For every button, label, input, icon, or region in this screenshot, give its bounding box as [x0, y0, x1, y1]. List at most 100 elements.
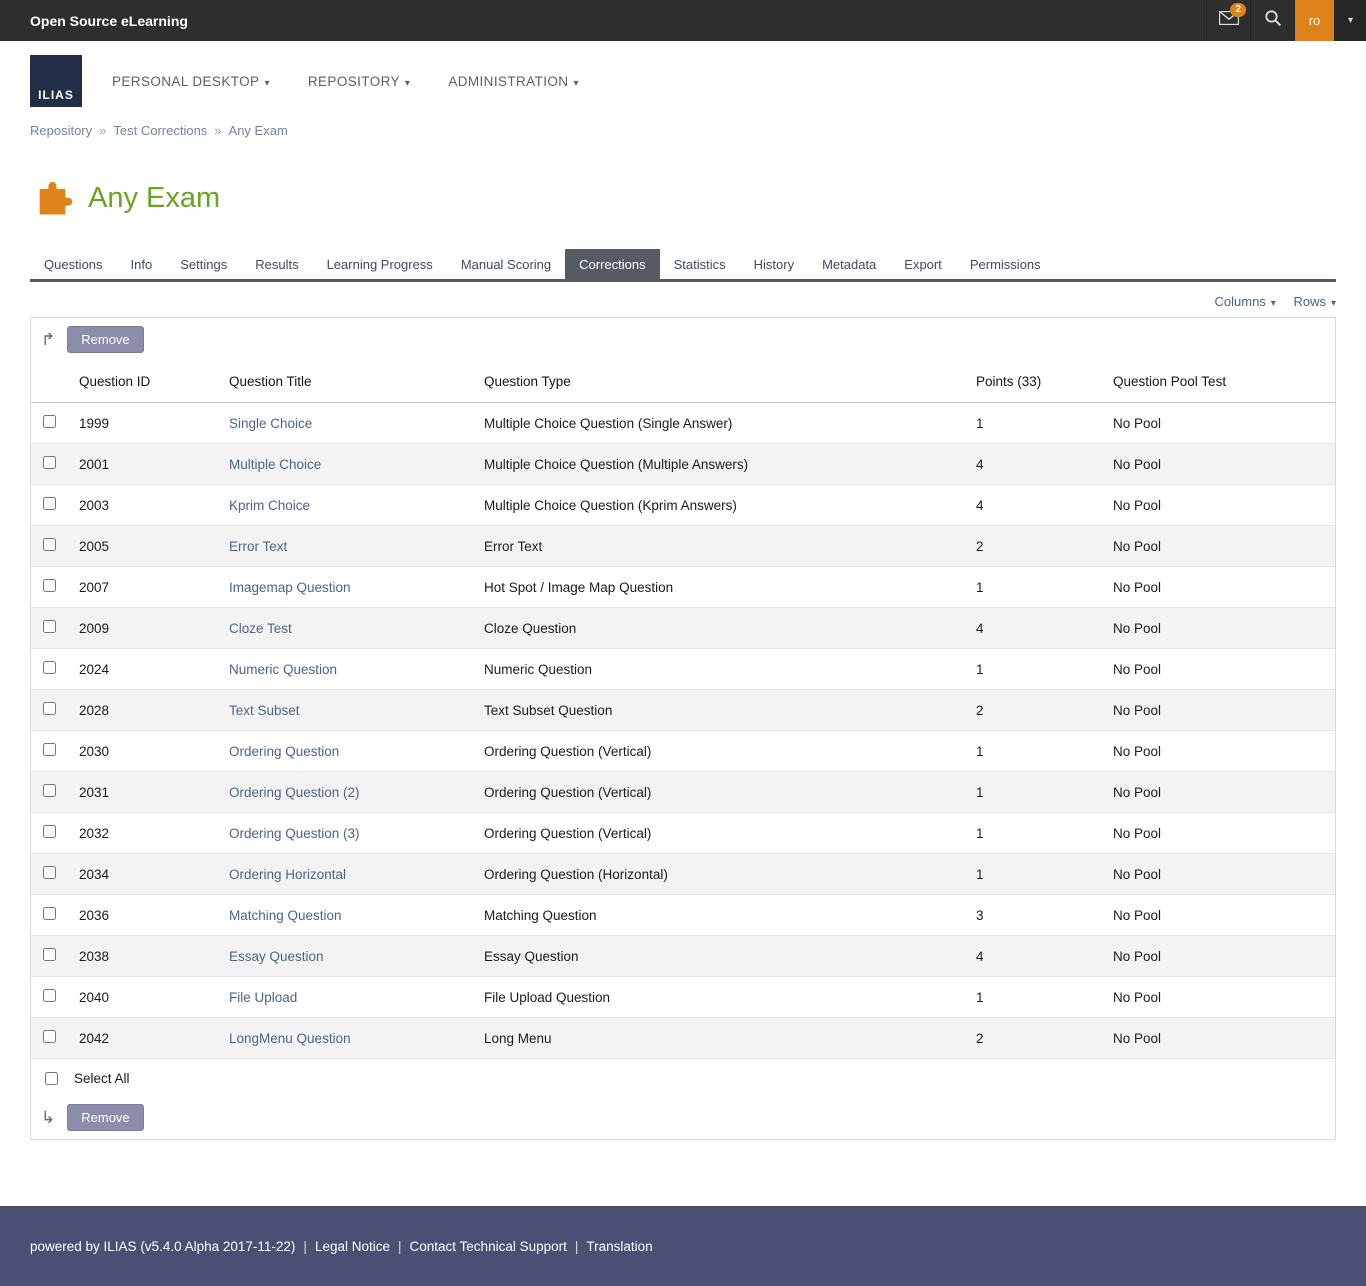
- row-checkbox[interactable]: [43, 579, 56, 592]
- cell-question-type: Multiple Choice Question (Kprim Answers): [476, 485, 968, 526]
- tab-manual-scoring[interactable]: Manual Scoring: [447, 249, 565, 279]
- cell-question-type: File Upload Question: [476, 977, 968, 1018]
- tab-permissions[interactable]: Permissions: [956, 249, 1055, 279]
- puzzle-icon: [30, 174, 74, 223]
- tab-history[interactable]: History: [740, 249, 808, 279]
- row-checkbox[interactable]: [43, 866, 56, 879]
- cell-question-id: 2024: [71, 649, 221, 690]
- top-bar-actions: 2 ro ▾: [1206, 0, 1366, 41]
- question-title-link[interactable]: Numeric Question: [229, 662, 337, 677]
- user-menu-caret-button[interactable]: ▾: [1334, 0, 1366, 41]
- breadcrumb-link-any-exam[interactable]: Any Exam: [229, 123, 288, 138]
- breadcrumb-link-repository[interactable]: Repository: [30, 123, 92, 138]
- chevron-down-icon: ▾: [1348, 15, 1353, 26]
- user-menu-button[interactable]: ro: [1294, 0, 1334, 41]
- row-checkbox[interactable]: [43, 497, 56, 510]
- tab-info[interactable]: Info: [117, 249, 167, 279]
- question-title-link[interactable]: Essay Question: [229, 949, 324, 964]
- mail-button[interactable]: 2: [1206, 0, 1250, 41]
- footer-link-contact-technical-support[interactable]: Contact Technical Support: [410, 1239, 567, 1254]
- table-row: 2036Matching QuestionMatching Question3N…: [31, 895, 1335, 936]
- chevron-down-icon: ▾: [1271, 298, 1276, 309]
- cell-question-id: 2032: [71, 813, 221, 854]
- remove-button-top[interactable]: Remove: [67, 326, 143, 353]
- select-all-checkbox[interactable]: [45, 1072, 58, 1085]
- table-header-row: Question ID Question Title Question Type…: [31, 361, 1335, 403]
- question-title-link[interactable]: Ordering Horizontal: [229, 867, 346, 882]
- row-checkbox[interactable]: [43, 907, 56, 920]
- breadcrumb-link-test-corrections[interactable]: Test Corrections: [113, 123, 207, 138]
- nav-item-personal-desktop[interactable]: PERSONAL DESKTOP▾: [112, 74, 270, 89]
- cell-question-id: 2005: [71, 526, 221, 567]
- nav-item-repository[interactable]: REPOSITORY▾: [308, 74, 410, 89]
- tab-corrections[interactable]: Corrections: [565, 249, 659, 279]
- cell-points: 1: [968, 813, 1105, 854]
- cell-pool: No Pool: [1105, 485, 1335, 526]
- tab-settings[interactable]: Settings: [166, 249, 241, 279]
- cell-pool: No Pool: [1105, 1018, 1335, 1059]
- row-checkbox[interactable]: [43, 743, 56, 756]
- cell-pool: No Pool: [1105, 608, 1335, 649]
- row-checkbox[interactable]: [43, 989, 56, 1002]
- tab-learning-progress[interactable]: Learning Progress: [313, 249, 447, 279]
- ilias-logo[interactable]: ILIAS: [30, 55, 82, 107]
- table-controls: Columns ▾ Rows▾: [0, 282, 1366, 315]
- row-checkbox[interactable]: [43, 948, 56, 961]
- tab-questions[interactable]: Questions: [30, 249, 117, 279]
- row-checkbox[interactable]: [43, 456, 56, 469]
- powered-by-text: powered by ILIAS (v5.4.0 Alpha 2017-11-2…: [30, 1239, 295, 1254]
- cell-points: 2: [968, 690, 1105, 731]
- footer-link-translation[interactable]: Translation: [586, 1239, 652, 1254]
- header-points: Points (33): [968, 361, 1105, 403]
- cell-question-type: Ordering Question (Vertical): [476, 772, 968, 813]
- question-title-link[interactable]: Single Choice: [229, 416, 312, 431]
- row-checkbox[interactable]: [43, 538, 56, 551]
- question-title-link[interactable]: Ordering Question (2): [229, 785, 360, 800]
- cell-pool: No Pool: [1105, 403, 1335, 444]
- cell-pool: No Pool: [1105, 772, 1335, 813]
- cell-question-type: Ordering Question (Vertical): [476, 731, 968, 772]
- row-checkbox[interactable]: [43, 1030, 56, 1043]
- row-checkbox[interactable]: [43, 415, 56, 428]
- breadcrumb: Repository»Test Corrections»Any Exam: [0, 123, 1366, 138]
- question-title-link[interactable]: Multiple Choice: [229, 457, 321, 472]
- row-checkbox[interactable]: [43, 825, 56, 838]
- tab-results[interactable]: Results: [241, 249, 312, 279]
- cell-question-type: Long Menu: [476, 1018, 968, 1059]
- search-button[interactable]: [1250, 0, 1294, 41]
- table-row: 2001Multiple ChoiceMultiple Choice Quest…: [31, 444, 1335, 485]
- question-title-link[interactable]: File Upload: [229, 990, 297, 1005]
- breadcrumb-separator: »: [99, 123, 106, 138]
- table-row: 1999Single ChoiceMultiple Choice Questio…: [31, 403, 1335, 444]
- table-row: 2028Text SubsetText Subset Question2No P…: [31, 690, 1335, 731]
- cell-pool: No Pool: [1105, 731, 1335, 772]
- main-header: ILIAS PERSONAL DESKTOP▾ REPOSITORY▾ ADMINI…: [0, 41, 1366, 123]
- question-title-link[interactable]: Text Subset: [229, 703, 300, 718]
- question-title-link[interactable]: Cloze Test: [229, 621, 292, 636]
- tab-export[interactable]: Export: [890, 249, 956, 279]
- row-checkbox[interactable]: [43, 620, 56, 633]
- question-title-link[interactable]: Kprim Choice: [229, 498, 310, 513]
- nav-item-administration[interactable]: ADMINISTRATION▾: [448, 74, 579, 89]
- row-checkbox[interactable]: [43, 784, 56, 797]
- question-title-link[interactable]: Ordering Question: [229, 744, 339, 759]
- row-checkbox[interactable]: [43, 702, 56, 715]
- question-title-link[interactable]: Matching Question: [229, 908, 342, 923]
- question-title-link[interactable]: Ordering Question (3): [229, 826, 360, 841]
- question-title-link[interactable]: Error Text: [229, 539, 287, 554]
- table-row: 2031Ordering Question (2)Ordering Questi…: [31, 772, 1335, 813]
- columns-dropdown[interactable]: Columns ▾: [1215, 294, 1276, 309]
- question-title-link[interactable]: Imagemap Question: [229, 580, 351, 595]
- tab-metadata[interactable]: Metadata: [808, 249, 890, 279]
- tab-statistics[interactable]: Statistics: [660, 249, 740, 279]
- columns-dropdown-label: Columns: [1215, 294, 1266, 309]
- rows-dropdown[interactable]: Rows▾: [1293, 294, 1336, 309]
- question-title-link[interactable]: LongMenu Question: [229, 1031, 351, 1046]
- cell-pool: No Pool: [1105, 444, 1335, 485]
- question-table-container: ↱ Remove Question ID Question Title Ques…: [30, 317, 1336, 1140]
- footer-link-legal-notice[interactable]: Legal Notice: [315, 1239, 390, 1254]
- row-checkbox[interactable]: [43, 661, 56, 674]
- footer-separator: |: [303, 1239, 307, 1254]
- header-question-title: Question Title: [221, 361, 476, 403]
- remove-button-bottom[interactable]: Remove: [67, 1104, 143, 1131]
